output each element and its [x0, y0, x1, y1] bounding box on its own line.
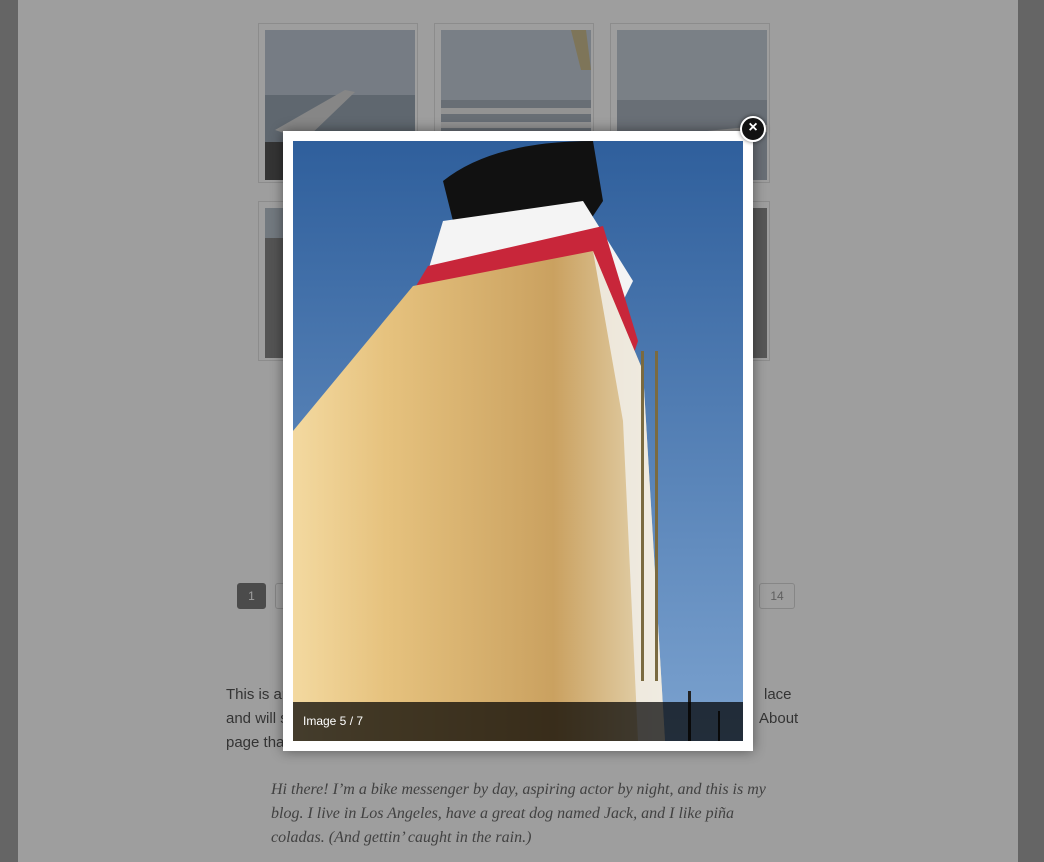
lightbox-caption: Image 5 / 7	[293, 702, 743, 741]
lightbox: Image 5 / 7	[283, 131, 753, 751]
lightbox-image: Image 5 / 7	[293, 141, 743, 741]
close-icon[interactable]: ×	[740, 116, 766, 142]
